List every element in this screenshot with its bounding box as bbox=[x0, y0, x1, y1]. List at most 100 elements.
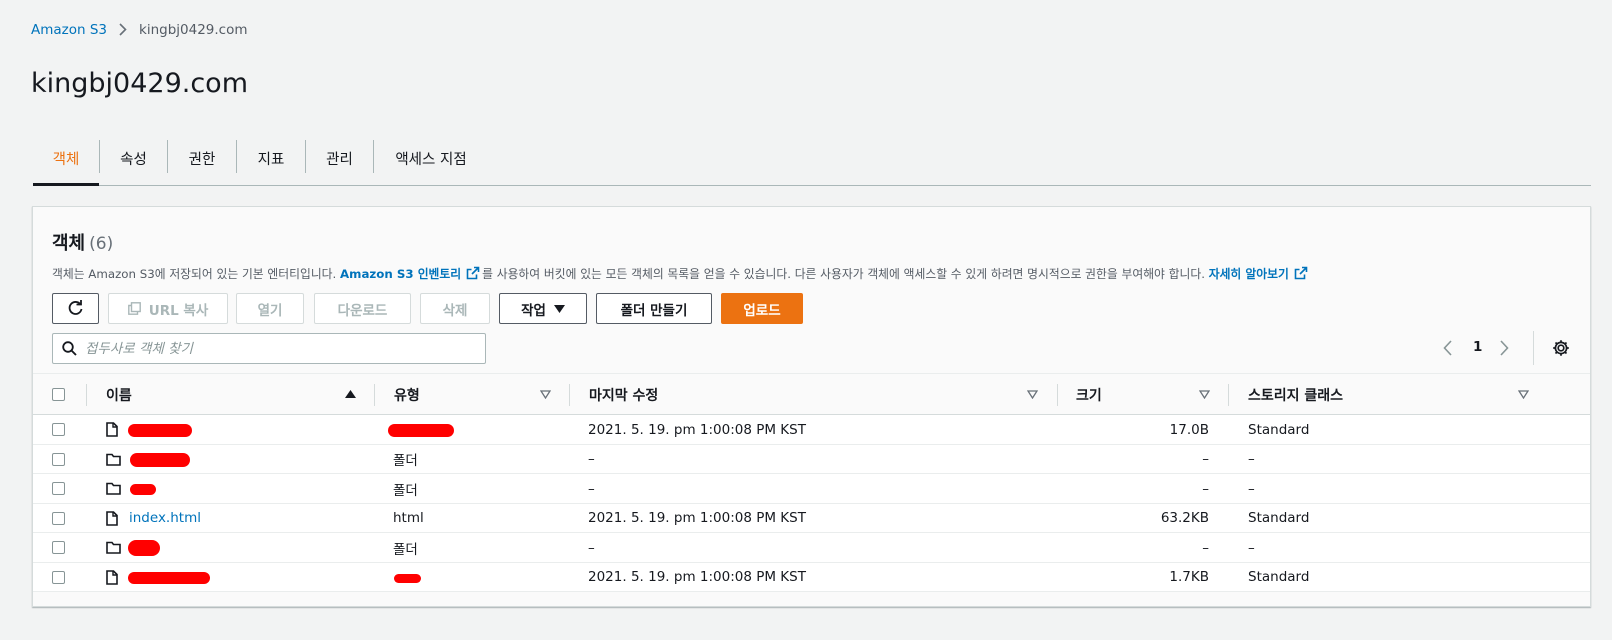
column-header-size[interactable]: 크기 bbox=[1076, 374, 1102, 415]
object-name-link[interactable]: index.html bbox=[129, 504, 201, 533]
search-icon bbox=[62, 341, 77, 356]
objects-panel: 객체 (6) 객체는 Amazon S3에 저장되어 있는 기본 엔터티입니다. … bbox=[32, 206, 1591, 607]
object-size: – bbox=[1202, 480, 1209, 497]
table-body: 2021. 5. 19. pm 1:00:08 PM KST 17.0B Stand… bbox=[33, 415, 1590, 592]
tab-metrics[interactable]: 지표 bbox=[237, 138, 305, 185]
column-divider bbox=[1228, 384, 1229, 406]
panel-title: 객체 (6) bbox=[52, 229, 113, 255]
sort-icon[interactable] bbox=[1027, 390, 1038, 399]
actions-label: 작업 bbox=[521, 302, 546, 319]
last-modified: 2021. 5. 19. pm 1:00:08 PM KST bbox=[588, 569, 806, 585]
tab-objects[interactable]: 객체 bbox=[33, 138, 99, 186]
create-folder-button[interactable]: 폴더 만들기 bbox=[596, 293, 712, 324]
redaction-mark bbox=[388, 424, 454, 437]
open-button[interactable]: 열기 bbox=[236, 293, 304, 324]
redaction-mark bbox=[130, 452, 190, 467]
refresh-button[interactable] bbox=[52, 293, 99, 324]
pagination: 1 bbox=[1425, 331, 1590, 365]
panel-description: 객체는 Amazon S3에 저장되어 있는 기본 엔터티입니다. Amazon… bbox=[52, 265, 1310, 282]
row-checkbox[interactable] bbox=[52, 423, 65, 436]
table-row[interactable]: index.html html 2021. 5. 19. pm 1:00:08 PM… bbox=[33, 503, 1590, 533]
objects-table: 이름 유형 마지막 수정 크기 스토리지 클래스 2021. 5. 19. pm… bbox=[33, 373, 1590, 592]
object-size: 17.0B bbox=[1169, 421, 1209, 438]
column-divider bbox=[86, 384, 87, 406]
table-row[interactable]: 2021. 5. 19. pm 1:00:08 PM KST 1.7KB Stand… bbox=[33, 562, 1590, 592]
folder-icon bbox=[106, 533, 121, 562]
tab-management[interactable]: 관리 bbox=[306, 138, 373, 185]
sort-icon[interactable] bbox=[540, 390, 551, 399]
redaction-mark bbox=[128, 540, 160, 556]
external-link-icon bbox=[466, 266, 480, 280]
object-size: 63.2KB bbox=[1160, 510, 1209, 526]
description-text-middle: 를 사용하여 버킷에 있는 모든 객체의 목록을 얻을 수 있습니다. 다른 사… bbox=[482, 267, 1209, 281]
chevron-left-icon[interactable] bbox=[1443, 340, 1453, 356]
last-modified: 2021. 5. 19. pm 1:00:08 PM KST bbox=[588, 421, 806, 438]
file-icon bbox=[106, 563, 118, 592]
row-select-cell bbox=[52, 415, 65, 444]
row-checkbox[interactable] bbox=[52, 511, 65, 525]
search-box bbox=[52, 333, 486, 364]
chevron-right-icon[interactable] bbox=[1499, 340, 1509, 356]
tab-bar: 객체 속성 권한 지표 관리 액세스 지점 bbox=[33, 138, 1591, 186]
panel-title-text: 객체 bbox=[52, 233, 86, 254]
row-select-cell bbox=[52, 445, 65, 474]
last-modified: – bbox=[588, 451, 595, 467]
last-modified: 2021. 5. 19. pm 1:00:08 PM KST bbox=[588, 510, 806, 526]
breadcrumb-root-link[interactable]: Amazon S3 bbox=[31, 22, 107, 38]
sort-icon[interactable] bbox=[1199, 390, 1210, 399]
column-header-modified[interactable]: 마지막 수정 bbox=[589, 374, 658, 415]
object-type: 폴더 bbox=[393, 541, 418, 558]
download-button[interactable]: 다운로드 bbox=[314, 293, 411, 324]
caret-down-icon bbox=[553, 304, 565, 313]
table-row[interactable]: 폴더 – – – bbox=[33, 474, 1590, 504]
table-row[interactable]: 폴더 – – – bbox=[33, 444, 1590, 474]
row-checkbox[interactable] bbox=[52, 570, 65, 584]
copy-url-button[interactable]: URL 복사 bbox=[108, 293, 228, 324]
column-header-type[interactable]: 유형 bbox=[394, 374, 420, 415]
description-text: 객체는 Amazon S3에 저장되어 있는 기본 엔터티입니다. bbox=[52, 267, 341, 281]
gear-icon[interactable] bbox=[1552, 339, 1570, 357]
table-header: 이름 유형 마지막 수정 크기 스토리지 클래스 bbox=[33, 373, 1590, 415]
search-input[interactable] bbox=[85, 340, 485, 357]
sort-ascending-icon[interactable] bbox=[345, 390, 356, 398]
column-header-storage-class[interactable]: 스토리지 클래스 bbox=[1248, 374, 1343, 415]
row-select-cell bbox=[52, 504, 65, 533]
storage-class: – bbox=[1248, 539, 1255, 556]
object-size: – bbox=[1202, 451, 1209, 467]
object-type: html bbox=[393, 510, 424, 526]
tab-access-points[interactable]: 액세스 지점 bbox=[374, 138, 488, 185]
file-icon bbox=[106, 415, 118, 444]
table-row[interactable]: 2021. 5. 19. pm 1:00:08 PM KST 17.0B Stand… bbox=[33, 415, 1590, 445]
storage-class: – bbox=[1248, 451, 1255, 467]
tab-properties[interactable]: 속성 bbox=[100, 138, 167, 185]
storage-class: Standard bbox=[1248, 421, 1310, 438]
last-modified: – bbox=[588, 539, 595, 556]
table-row[interactable]: 폴더 – – – bbox=[33, 533, 1590, 563]
row-checkbox[interactable] bbox=[52, 482, 65, 495]
tab-permissions[interactable]: 권한 bbox=[168, 138, 236, 185]
breadcrumb: Amazon S3 kingbj0429.com bbox=[31, 22, 248, 38]
select-all-checkbox[interactable] bbox=[52, 388, 65, 401]
learn-more-link[interactable]: 자세히 알아보기 bbox=[1209, 267, 1289, 281]
redaction-mark bbox=[394, 573, 421, 583]
upload-button[interactable]: 업로드 bbox=[721, 293, 803, 324]
row-select-cell bbox=[52, 563, 65, 592]
object-size: – bbox=[1202, 539, 1209, 556]
page-number[interactable]: 1 bbox=[1473, 339, 1482, 355]
chevron-right-icon bbox=[119, 22, 127, 38]
page-title: kingbj0429.com bbox=[31, 68, 248, 99]
storage-class: – bbox=[1248, 480, 1255, 497]
row-checkbox[interactable] bbox=[52, 541, 65, 554]
sort-icon[interactable] bbox=[1518, 390, 1529, 399]
last-modified: – bbox=[588, 480, 595, 497]
folder-icon bbox=[106, 474, 121, 503]
panel-header: 객체 (6) 객체는 Amazon S3에 저장되어 있는 기본 엔터티입니다. … bbox=[33, 207, 1590, 383]
inventory-link[interactable]: Amazon S3 인벤토리 bbox=[340, 267, 461, 281]
object-type: 폴더 bbox=[393, 453, 418, 469]
copy-url-label: URL 복사 bbox=[148, 302, 209, 319]
delete-button[interactable]: 삭제 bbox=[420, 293, 490, 324]
column-header-name[interactable]: 이름 bbox=[106, 374, 132, 415]
row-checkbox[interactable] bbox=[52, 452, 65, 466]
actions-dropdown[interactable]: 작업 bbox=[499, 293, 587, 324]
breadcrumb-current: kingbj0429.com bbox=[139, 22, 248, 38]
